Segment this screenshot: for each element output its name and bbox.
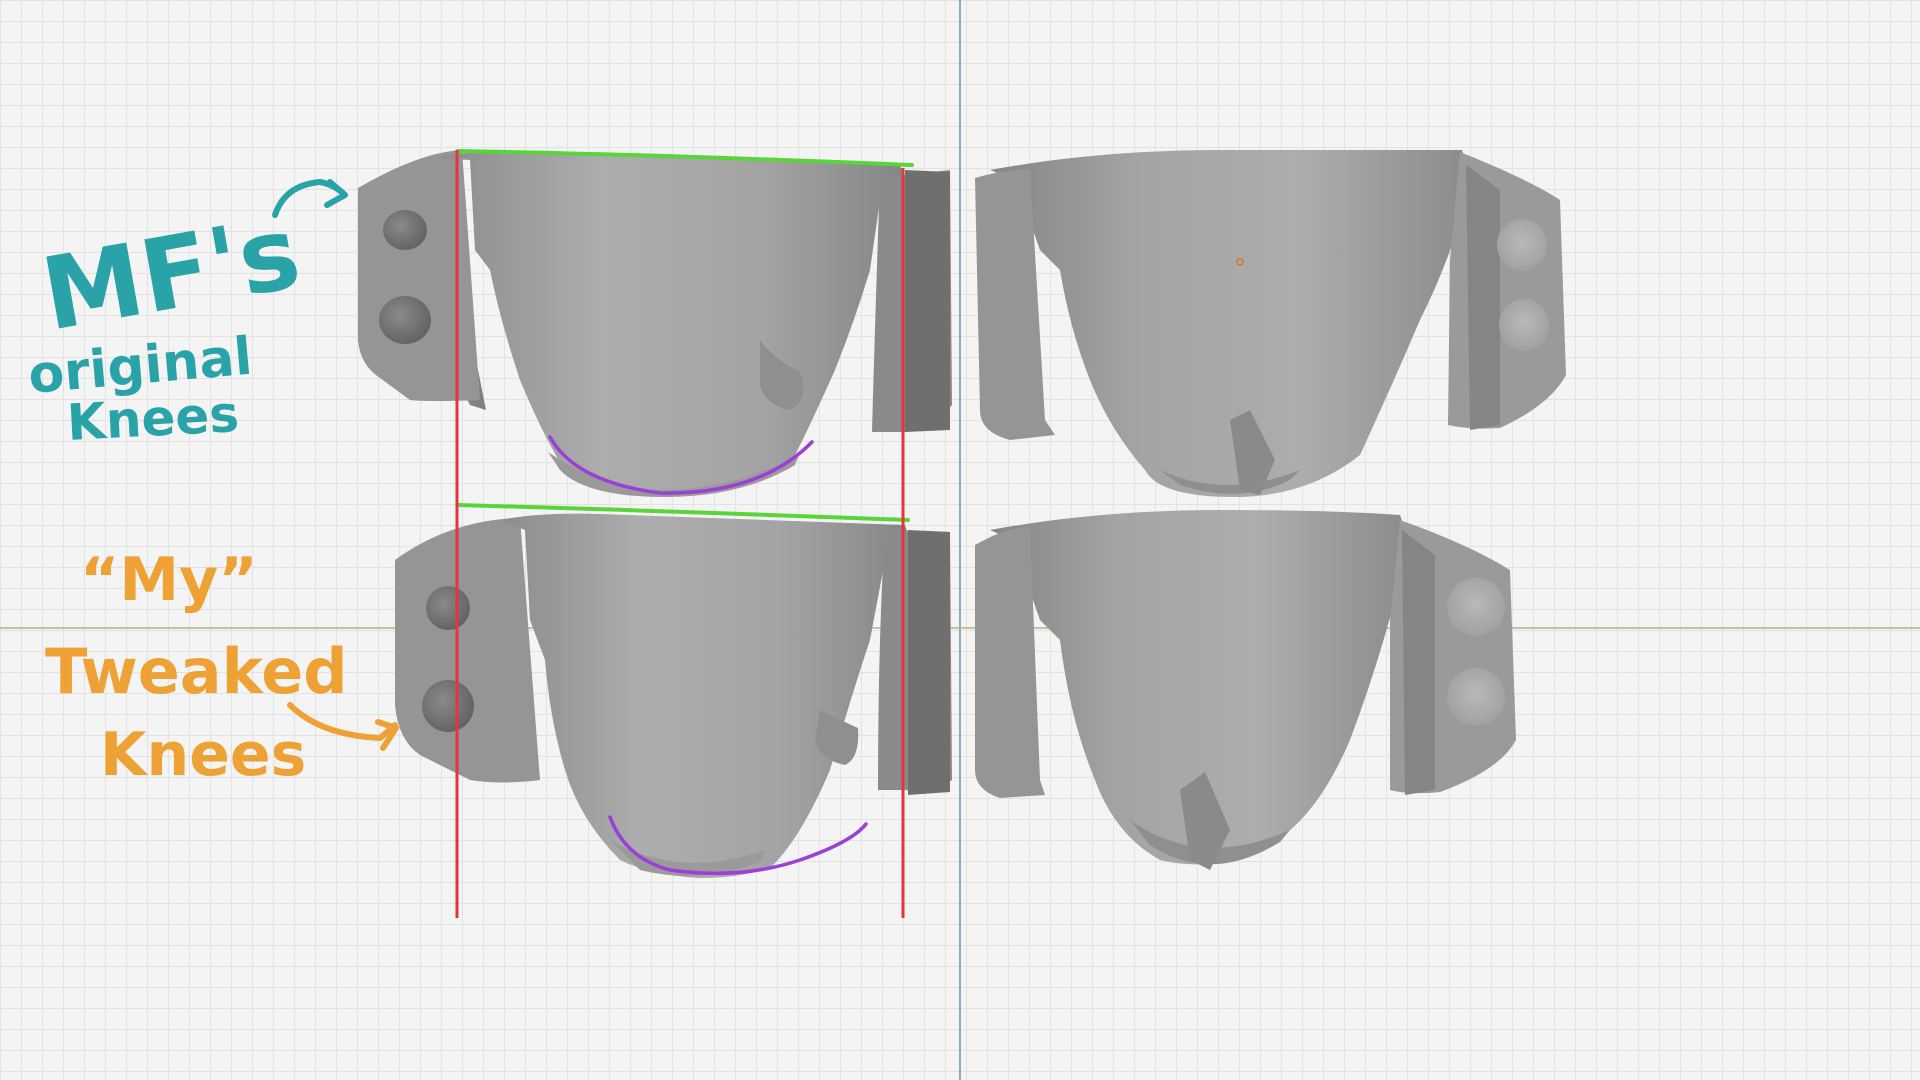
- knee-hole-lower: [1447, 668, 1505, 726]
- annotation-tweaked-line2: Tweaked: [45, 635, 348, 708]
- annotation-original-line3: Knees: [66, 385, 241, 452]
- 3d-viewport[interactable]: MF's original Knees “My” Tweaked Knees: [0, 0, 1920, 1080]
- knee-original-back[interactable]: [975, 150, 1566, 498]
- knee-hole-lower: [422, 680, 474, 732]
- knee-shell: [500, 513, 910, 878]
- annotation-tweaked: “My” Tweaked Knees: [45, 545, 399, 790]
- annotation-tweaked-line3: Knees: [100, 720, 306, 790]
- knee-hole-upper: [426, 586, 470, 630]
- knee-hole-lower: [379, 296, 431, 344]
- knee-hole-upper: [383, 210, 427, 250]
- knee-hole-upper: [1497, 219, 1547, 271]
- knee-tweaked-front[interactable]: [395, 513, 952, 878]
- knee-original-front[interactable]: [358, 150, 952, 498]
- annotation-tweaked-line1: “My”: [80, 545, 258, 615]
- knee-shell: [438, 151, 905, 494]
- knee-side-wing: [358, 150, 480, 401]
- viewport-scene: MF's original Knees “My” Tweaked Knees: [0, 0, 1920, 1080]
- annotation-original: MF's original Knees: [26, 179, 348, 452]
- knee-side-wing: [395, 518, 540, 783]
- knee-tweaked-back[interactable]: [975, 510, 1516, 870]
- annotation-original-line1: MF's: [34, 194, 308, 354]
- knee-hole-upper: [1447, 578, 1505, 636]
- knee-shell: [990, 150, 1468, 498]
- knee-hole-lower: [1499, 299, 1549, 351]
